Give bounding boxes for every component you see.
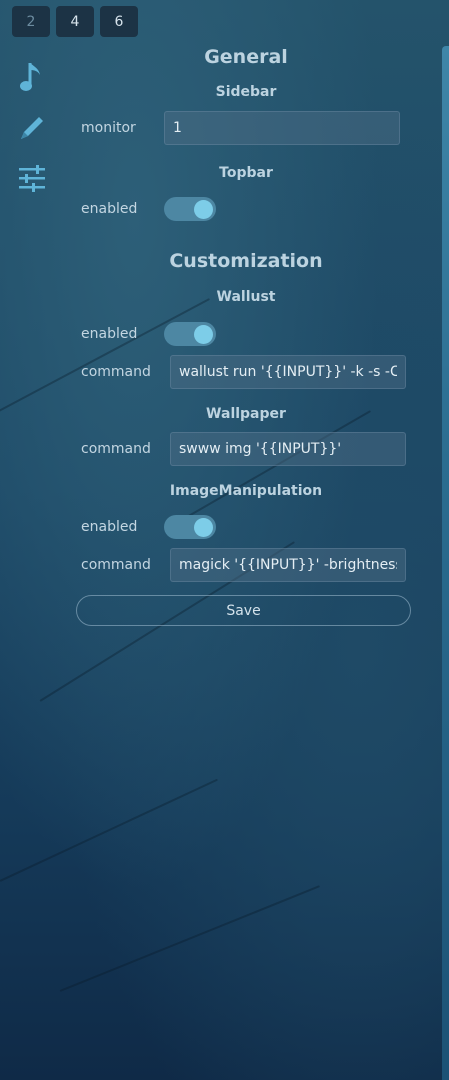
monitor-label: monitor: [81, 120, 136, 136]
group-title-wallust: Wallust: [216, 289, 276, 305]
image-manipulation-command-row: command: [76, 545, 416, 585]
wallpaper-command-row: command: [76, 429, 416, 469]
workspace-button-4[interactable]: 4: [56, 6, 94, 37]
wallpaper-command-input[interactable]: [170, 432, 406, 466]
image-manipulation-enabled-row: enabled: [76, 507, 416, 547]
topbar-enabled-toggle[interactable]: [164, 197, 216, 221]
group-title-topbar: Topbar: [219, 165, 273, 181]
wallust-command-label: command: [81, 364, 151, 380]
settings-nav: [16, 60, 48, 210]
image-manipulation-enabled-label: enabled: [81, 519, 138, 535]
wallust-enabled-toggle[interactable]: [164, 322, 216, 346]
image-manipulation-command-input[interactable]: [170, 548, 406, 582]
workspace-button-6[interactable]: 6: [100, 6, 138, 37]
image-manipulation-command-label: command: [81, 557, 151, 573]
monitor-input[interactable]: [164, 111, 400, 145]
sliders-icon[interactable]: [16, 160, 48, 196]
settings-panel: General Sidebar monitor Topbar enabled C…: [76, 40, 416, 626]
wallust-enabled-row: enabled: [76, 314, 416, 354]
section-title-general: General: [204, 46, 288, 68]
section-title-customization: Customization: [169, 250, 323, 272]
scrollbar[interactable]: [442, 46, 449, 1080]
topbar-enabled-label: enabled: [81, 201, 138, 217]
group-title-wallpaper: Wallpaper: [206, 406, 286, 422]
toggle-knob: [194, 325, 213, 344]
wallust-command-input[interactable]: [170, 355, 406, 389]
group-title-image-manipulation: ImageManipulation: [169, 483, 323, 499]
pencil-icon[interactable]: [16, 110, 48, 146]
sidebar-monitor-row: monitor: [76, 108, 416, 148]
wallust-command-row: command: [76, 352, 416, 392]
workspace-button-2[interactable]: 2: [12, 6, 50, 37]
group-title-sidebar: Sidebar: [215, 84, 277, 100]
topbar-enabled-row: enabled: [76, 189, 416, 229]
toggle-knob: [194, 200, 213, 219]
toggle-knob: [194, 518, 213, 537]
image-manipulation-enabled-toggle[interactable]: [164, 515, 216, 539]
workspace-switcher: 2 4 6: [12, 6, 138, 37]
wallpaper-command-label: command: [81, 441, 151, 457]
save-button[interactable]: Save: [76, 595, 411, 626]
wallust-enabled-label: enabled: [81, 326, 138, 342]
music-note-icon[interactable]: [16, 60, 48, 96]
